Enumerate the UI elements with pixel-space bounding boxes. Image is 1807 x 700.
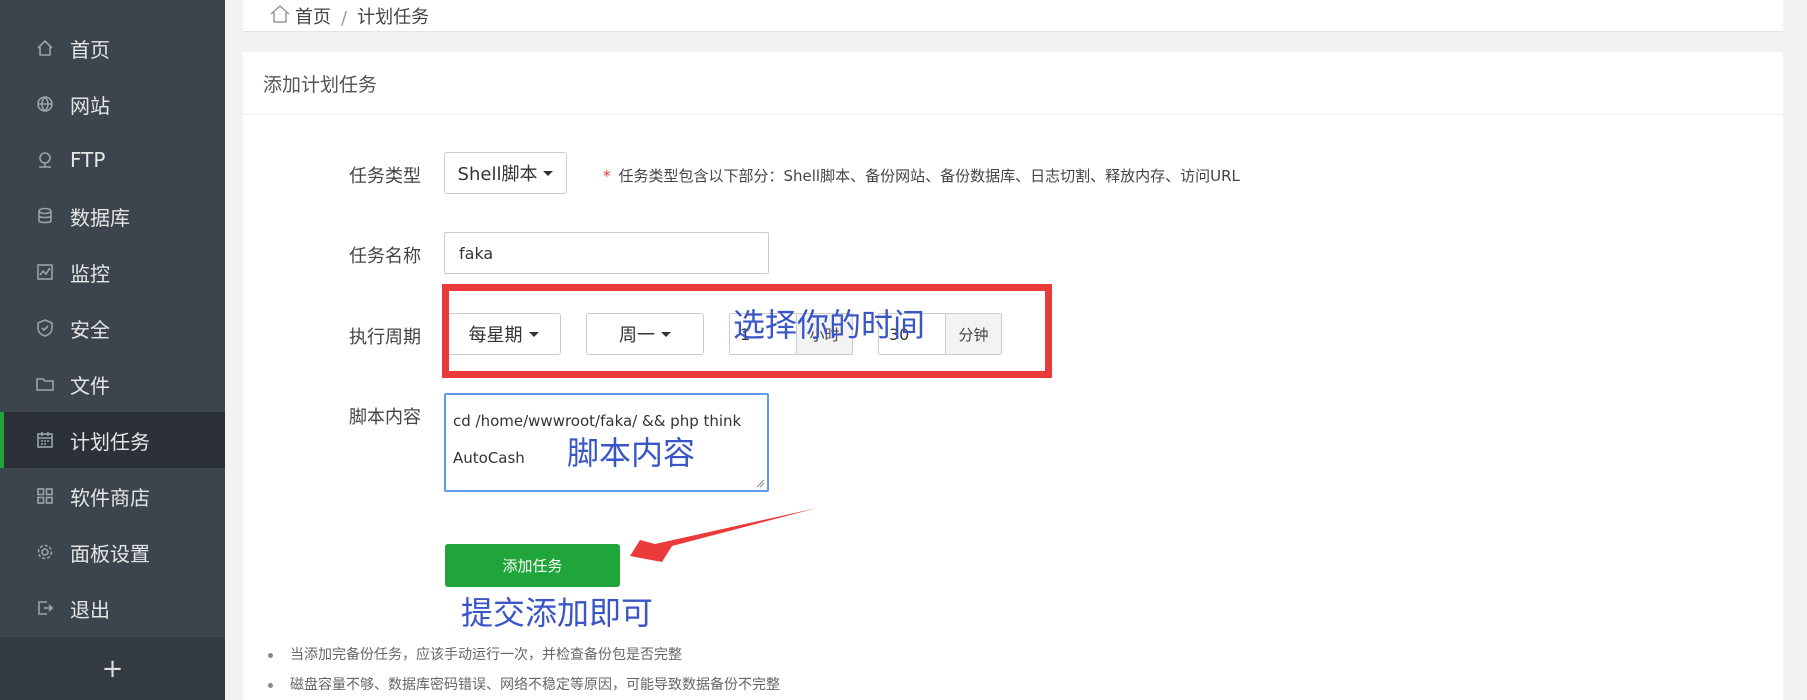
- sidebar-item-settings[interactable]: 面板设置: [0, 524, 225, 580]
- task-type-hint-text: 任务类型包含以下部分：Shell脚本、备份网站、备份数据库、日志切割、释放内存、…: [618, 167, 1240, 185]
- sidebar: 首页 网站 FTP 数据库 监控 安全 文件 计划任务 软件商店 面板设置 退出…: [0, 0, 225, 700]
- sidebar-item-database[interactable]: 数据库: [0, 188, 225, 244]
- task-type-label: 任务类型: [349, 166, 421, 187]
- list-item: 当添加完备份任务，应该手动运行一次，并检查备份包是否完整: [268, 640, 780, 670]
- time-annotation-text: 选择你的时间: [733, 306, 926, 344]
- task-type-hint: * 任务类型包含以下部分：Shell脚本、备份网站、备份数据库、日志切割、释放内存…: [603, 165, 1240, 186]
- calendar-icon: [34, 429, 56, 451]
- script-label: 脚本内容: [349, 407, 421, 428]
- chevron-down-icon: [528, 331, 539, 337]
- sidebar-item-label: 首页: [70, 37, 110, 62]
- sidebar-item-cron[interactable]: 计划任务: [0, 412, 225, 468]
- sidebar-item-home[interactable]: 首页: [0, 20, 225, 76]
- sidebar-item-label: 数据库: [70, 205, 130, 230]
- ftp-icon: [34, 149, 56, 171]
- submit-annotation-text: 提交添加即可: [461, 594, 654, 632]
- sidebar-item-label: 网站: [70, 93, 110, 118]
- arrow-icon: [630, 508, 817, 562]
- cycle-label: 执行周期: [349, 327, 421, 348]
- globe-icon: [34, 93, 56, 115]
- chevron-down-icon: [543, 170, 554, 176]
- sidebar-item-website[interactable]: 网站: [0, 76, 225, 132]
- list-item: 磁盘容量不够、数据库密码错误、网络不稳定等原因，可能导致数据备份不完整: [268, 670, 780, 700]
- cycle-select[interactable]: 每星期: [446, 313, 561, 355]
- logout-icon: [34, 597, 56, 619]
- sidebar-item-logout[interactable]: 退出: [0, 580, 225, 636]
- required-star: *: [603, 167, 611, 185]
- resize-grip-icon[interactable]: [755, 478, 765, 488]
- home-icon[interactable]: [269, 4, 291, 29]
- breadcrumb: 首页 / 计划任务: [243, 0, 1783, 32]
- sidebar-item-label: 软件商店: [70, 485, 150, 510]
- task-name-input[interactable]: [444, 232, 769, 274]
- task-type-value: Shell脚本: [457, 164, 538, 185]
- sidebar-item-ftp[interactable]: FTP: [0, 132, 225, 188]
- monitor-icon: [34, 261, 56, 283]
- shield-icon: [34, 317, 56, 339]
- sidebar-item-files[interactable]: 文件: [0, 356, 225, 412]
- cycle-value: 每星期: [468, 325, 523, 346]
- sidebar-item-label: 退出: [70, 597, 110, 622]
- weekday-value: 周一: [619, 325, 655, 346]
- sidebar-item-label: 计划任务: [70, 429, 150, 454]
- sidebar-item-store[interactable]: 软件商店: [0, 468, 225, 524]
- gear-icon: [34, 541, 56, 563]
- sidebar-item-label: 安全: [70, 317, 110, 342]
- add-task-button[interactable]: 添加任务: [445, 544, 620, 587]
- task-type-select[interactable]: Shell脚本: [444, 152, 567, 194]
- folder-icon: [34, 373, 56, 395]
- sidebar-item-security[interactable]: 安全: [0, 300, 225, 356]
- sidebar-item-label: 文件: [70, 373, 110, 398]
- weekday-select[interactable]: 周一: [586, 313, 704, 355]
- breadcrumb-home[interactable]: 首页: [295, 3, 331, 29]
- minute-unit: 分钟: [946, 313, 1002, 355]
- notes-list: 当添加完备份任务，应该手动运行一次，并检查备份包是否完整 磁盘容量不够、数据库密…: [268, 640, 780, 700]
- sidebar-item-label: 面板设置: [70, 541, 150, 566]
- sidebar-item-label: FTP: [70, 148, 106, 172]
- breadcrumb-separator: /: [341, 8, 348, 29]
- breadcrumb-current: 计划任务: [357, 7, 430, 28]
- script-annotation-text: 脚本内容: [567, 434, 696, 472]
- sidebar-add-button[interactable]: +: [0, 637, 225, 700]
- task-name-label: 任务名称: [349, 246, 421, 267]
- chevron-down-icon: [661, 331, 671, 337]
- sidebar-item-monitor[interactable]: 监控: [0, 244, 225, 300]
- sidebar-item-label: 监控: [70, 261, 110, 286]
- database-icon: [34, 205, 56, 227]
- grid-icon: [34, 485, 56, 507]
- panel-title: 添加计划任务: [243, 52, 1783, 115]
- home-icon: [34, 37, 56, 59]
